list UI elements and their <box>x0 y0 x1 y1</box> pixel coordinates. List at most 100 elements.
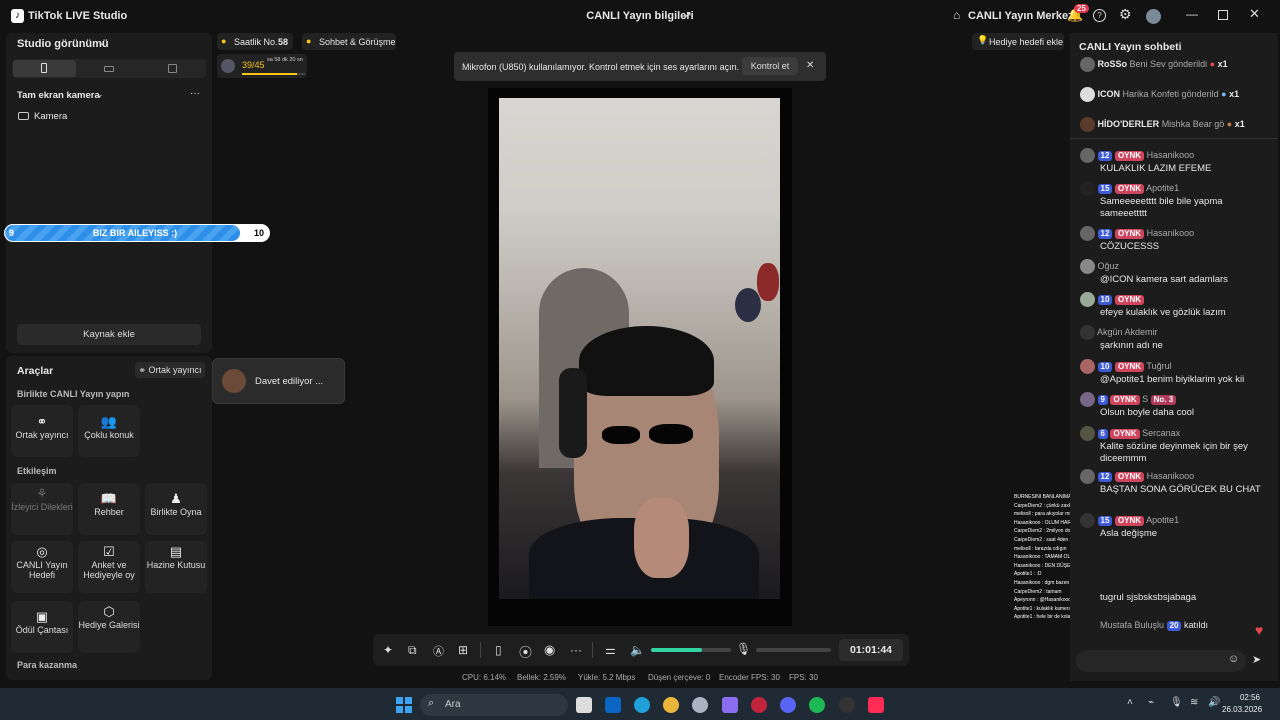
memory-stat: Bellek: 2.59% <box>517 673 566 682</box>
send-icon[interactable]: ➤ <box>1252 653 1261 666</box>
chevron-down-icon[interactable]: ⌄ <box>98 37 106 48</box>
source-camera[interactable]: Kamera <box>34 111 67 122</box>
play-together-tile[interactable]: ♟ Birlikte Oyna <box>145 483 207 535</box>
more-icon[interactable]: ··· <box>570 643 582 657</box>
home-icon[interactable]: ⌂ <box>953 8 960 22</box>
wifi-icon[interactable]: ≋ <box>1190 697 1198 708</box>
magic-wand-icon[interactable]: ✦ <box>383 643 393 657</box>
chevron-up-icon[interactable]: ˄ <box>1127 697 1133 708</box>
level-badge: 6 <box>1097 428 1108 439</box>
gift-row: HİDO'DERLER Mishka Bear gö ● x1 <box>1080 117 1270 132</box>
maximize-icon[interactable] <box>1218 10 1228 20</box>
copilot-icon[interactable] <box>722 697 738 713</box>
chat-input[interactable] <box>1076 650 1246 672</box>
more-icon[interactable]: ··· <box>190 88 200 99</box>
close-icon[interactable]: ✕ <box>1249 6 1260 22</box>
viewer-requests-tile[interactable]: ⚘ İzleyici Dilekleri <box>11 483 73 535</box>
help-icon[interactable]: ? <box>1093 9 1106 22</box>
volume-icon[interactable]: 🔊 <box>1208 697 1220 708</box>
share-icon[interactable]: ↗ <box>682 8 692 22</box>
outlook-icon[interactable] <box>605 697 621 713</box>
live-center-link[interactable]: CANLI Yayın Merkezi <box>968 10 1077 22</box>
chat-user: Apotite1 <box>1146 182 1180 193</box>
live-info-title[interactable]: CANLI Yayın bilgileri <box>560 10 720 22</box>
effects-icon[interactable]: ⧉ <box>408 643 417 658</box>
poll-tile[interactable]: ☑ Anket ve Hediyeyle oy <box>78 541 140 593</box>
dual-view-icon[interactable] <box>168 64 177 73</box>
request-icon: ⚘ <box>36 486 48 501</box>
ai-icon[interactable]: Ⓐ <box>433 643 444 659</box>
emoji-icon[interactable]: ☺ <box>1228 653 1239 665</box>
media-app-icon[interactable] <box>751 697 767 713</box>
taskbar-search[interactable] <box>420 694 568 716</box>
gift-count: x1 <box>1229 88 1240 99</box>
task-view-icon[interactable] <box>576 697 592 713</box>
spotify-icon[interactable] <box>809 697 825 713</box>
gift-icon: ● <box>1209 58 1216 69</box>
screen-icon[interactable]: ⊞ <box>458 643 468 657</box>
dropped-frames-stat: Düşen çerçeve: 0 <box>648 673 711 682</box>
sunglasses-right <box>649 424 693 444</box>
chat-message: 12 OYNK Hasanikooo CÖZUCESSS <box>1080 226 1270 253</box>
avatar <box>222 369 246 393</box>
network-icon[interactable]: ⌁ <box>1148 697 1154 708</box>
section-earn: Para kazanma <box>17 660 78 670</box>
avatar[interactable] <box>1146 9 1161 24</box>
cohost-tile[interactable]: ⚭ Ortak yayıncı <box>11 405 73 457</box>
avatar <box>221 59 235 73</box>
chat-text: @ICON kamera sart adamlars <box>1100 274 1228 285</box>
reward-bag-label: Ödül Çantası <box>15 625 69 635</box>
avatar <box>1080 259 1095 274</box>
team-badge: OYNK <box>1114 183 1145 194</box>
scene-name[interactable]: Tam ekran kamera <box>17 90 100 101</box>
gift-action: Mishka Bear gö <box>1161 118 1225 129</box>
gift-count: x1 <box>1234 118 1245 129</box>
search-icon: ⌕ <box>428 697 435 709</box>
gift-gallery-tile[interactable]: ⬡ Hediye Galerisi <box>78 601 140 653</box>
avatar <box>1080 513 1095 528</box>
treasure-box-tile[interactable]: ▤ Hazine Kutusu <box>145 541 207 593</box>
divider <box>1070 138 1278 139</box>
clock-date[interactable]: 26.03.2026 <box>1222 705 1262 714</box>
stream-icon[interactable]: ◉ <box>544 642 555 658</box>
clock-time[interactable]: 02:56 <box>1222 693 1260 702</box>
volume-level <box>651 648 702 652</box>
chrome-icon[interactable] <box>663 697 679 713</box>
obs-icon[interactable] <box>839 697 855 713</box>
multi-guest-tile[interactable]: 👥 Çoklu konuk <box>78 405 140 457</box>
mic-icon[interactable]: 🎙 <box>736 642 751 656</box>
reward-bag-tile[interactable]: ▣ Ödül Çantası <box>11 601 73 653</box>
settings-app-icon[interactable] <box>692 697 708 713</box>
close-icon[interactable]: ✕ <box>806 60 814 71</box>
mixer-icon[interactable]: ⚌ <box>605 643 616 657</box>
chevron-down-icon[interactable]: ⌄ <box>96 89 104 100</box>
chat-text: Kalite sözüne deyinmek için bir şey dice… <box>1100 441 1248 464</box>
edge-icon[interactable] <box>634 697 650 713</box>
live-goal-tile[interactable]: ◎ CANLI Yayın Hedefi <box>11 541 73 593</box>
heart-icon[interactable]: ♥ <box>1255 622 1263 638</box>
tiktok-live-icon[interactable] <box>868 697 884 713</box>
mic-slider[interactable] <box>756 648 831 652</box>
minimize-icon[interactable]: — <box>1186 7 1198 21</box>
volume-icon[interactable]: 🔈 <box>630 643 645 657</box>
record-icon[interactable]: ⦿ <box>519 642 532 661</box>
phone-icon[interactable]: ▯ <box>495 643 502 657</box>
gift-gallery-label: Hediye Galerisi <box>78 620 140 630</box>
guide-tile[interactable]: 📖 Rehber <box>78 483 140 535</box>
chat-message: 12 OYNK Hasanikooo KULAKLIK LAZIM EFEME <box>1080 148 1270 175</box>
goal-start: 9 <box>9 228 15 238</box>
viewer-progress-time: sa 58 dk 20 sn <box>267 57 303 63</box>
discord-icon[interactable] <box>780 697 796 713</box>
cohost-button[interactable]: ⚭ Ortak yayıncı <box>135 362 205 378</box>
add-source-button[interactable]: Kaynak ekle <box>17 324 201 345</box>
landscape-icon[interactable] <box>104 66 114 72</box>
studio-view-title[interactable]: Studio görünümü <box>17 38 109 50</box>
chat-text: BAŞTAN SONA GÖRÜCEK BU CHAT <box>1100 484 1261 495</box>
sunglasses-left <box>602 426 640 444</box>
check-button[interactable]: Kontrol et <box>742 57 798 75</box>
windows-start-icon[interactable] <box>396 697 412 713</box>
mic-icon[interactable]: 🎙 <box>1170 697 1183 708</box>
gear-icon[interactable]: ⚙ <box>1119 6 1132 23</box>
chat-text: tugrul sjsbsksbsjabaga <box>1100 592 1197 603</box>
goal-end: 10 <box>254 228 265 238</box>
